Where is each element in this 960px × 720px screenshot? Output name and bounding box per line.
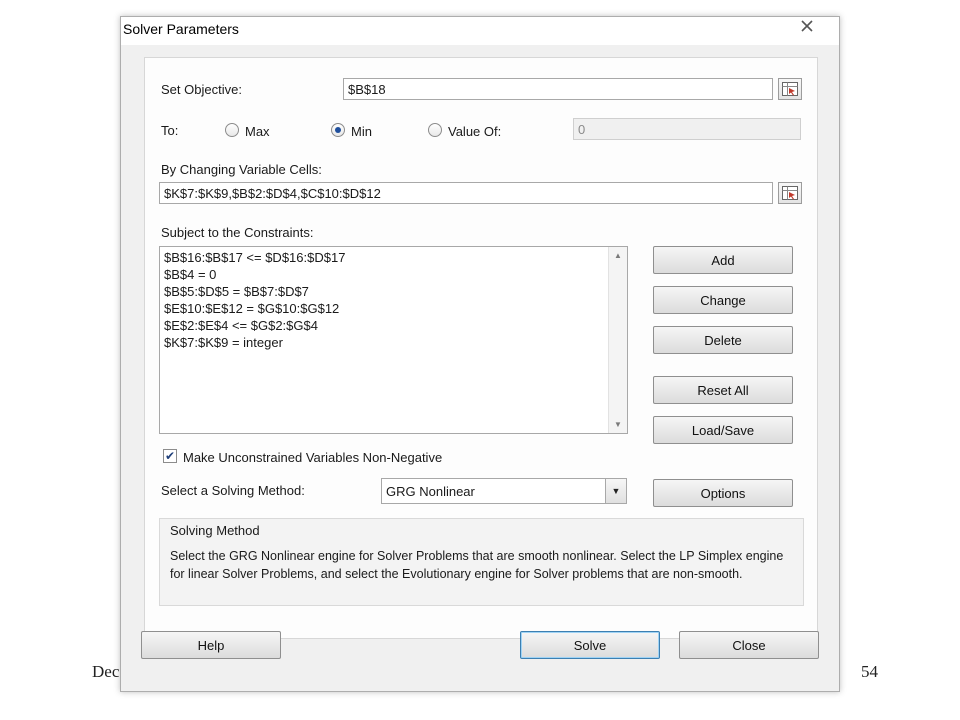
range-select-icon <box>782 82 798 96</box>
scroll-down-icon[interactable]: ▼ <box>614 420 622 429</box>
range-select-icon <box>782 186 798 200</box>
non-negative-checkbox[interactable]: ✔ <box>163 449 177 463</box>
load-save-button-label: Load/Save <box>691 422 755 438</box>
options-button[interactable]: Options <box>653 479 793 507</box>
load-save-button[interactable]: Load/Save <box>653 416 793 444</box>
help-button[interactable]: Help <box>141 631 281 659</box>
changing-cells-range-picker-button[interactable] <box>778 182 802 204</box>
constraint-item[interactable]: $E$2:$E$4 <= $G$2:$G$4 <box>160 317 627 334</box>
value-of-radio-label[interactable]: Value Of: <box>448 124 501 139</box>
help-button-label: Help <box>197 637 225 653</box>
solve-button-label: Solve <box>573 637 607 653</box>
changing-cells-input[interactable]: $K$7:$K$9,$B$2:$D$4,$C$10:$D$12 <box>159 182 773 204</box>
max-radio-label[interactable]: Max <box>245 124 270 139</box>
close-button-label: Close <box>732 637 766 653</box>
max-radio[interactable] <box>225 123 239 137</box>
changing-cells-label: By Changing Variable Cells: <box>161 162 322 177</box>
add-button[interactable]: Add <box>653 246 793 274</box>
to-label: To: <box>161 123 179 138</box>
constraints-scrollbar[interactable]: ▲ ▼ <box>608 247 627 433</box>
add-button-label: Add <box>711 252 735 268</box>
chevron-down-icon[interactable]: ▼ <box>605 479 626 503</box>
solving-method-title: Solving Method <box>170 523 260 538</box>
min-radio-label[interactable]: Min <box>351 124 372 139</box>
constraints-list[interactable]: $B$16:$B$17 <= $D$16:$D$17 $B$4 = 0 $B$5… <box>159 246 628 434</box>
solving-method-select[interactable]: GRG Nonlinear ▼ <box>381 478 627 504</box>
min-radio[interactable] <box>331 123 345 137</box>
title-bar: Solver Parameters <box>121 17 839 45</box>
set-objective-input[interactable]: $B$18 <box>343 78 773 100</box>
page-number: 54 <box>861 662 878 681</box>
constraint-item[interactable]: $B$5:$D$5 = $B$7:$D$7 <box>160 283 627 300</box>
objective-range-picker-button[interactable] <box>778 78 802 100</box>
options-button-label: Options <box>700 485 746 501</box>
parameters-panel: Set Objective: $B$18 To: Max Min Value O… <box>144 57 818 639</box>
delete-button[interactable]: Delete <box>653 326 793 354</box>
delete-button-label: Delete <box>704 332 742 348</box>
reset-all-button[interactable]: Reset All <box>653 376 793 404</box>
constraints-label: Subject to the Constraints: <box>161 225 314 240</box>
close-button[interactable]: Close <box>679 631 819 659</box>
value-of-radio[interactable] <box>428 123 442 137</box>
scroll-up-icon[interactable]: ▲ <box>614 251 622 260</box>
checkmark-icon: ✔ <box>164 449 176 463</box>
solve-button[interactable]: Solve <box>520 631 660 659</box>
constraint-item[interactable]: $B$4 = 0 <box>160 266 627 283</box>
solving-method-description: Select the GRG Nonlinear engine for Solv… <box>170 549 784 581</box>
reset-all-button-label: Reset All <box>697 382 749 398</box>
close-icon[interactable] <box>793 17 821 35</box>
change-button[interactable]: Change <box>653 286 793 314</box>
constraint-item[interactable]: $K$7:$K$9 = integer <box>160 334 627 351</box>
solving-method-value: GRG Nonlinear <box>386 484 475 499</box>
change-button-label: Change <box>700 292 746 308</box>
solving-method-label: Select a Solving Method: <box>161 483 305 498</box>
solving-method-groupbox: Solving Method Select the GRG Nonlinear … <box>159 518 804 606</box>
set-objective-label: Set Objective: <box>161 82 242 97</box>
constraint-item[interactable]: $E$10:$E$12 = $G$10:$G$12 <box>160 300 627 317</box>
footer-text: Dec <box>92 662 120 681</box>
solver-parameters-dialog: Solver Parameters Set Objective: $B$18 T… <box>120 16 840 692</box>
non-negative-label[interactable]: Make Unconstrained Variables Non-Negativ… <box>183 450 442 465</box>
constraint-item[interactable]: $B$16:$B$17 <= $D$16:$D$17 <box>160 249 627 266</box>
dialog-title: Solver Parameters <box>123 21 239 37</box>
value-of-input[interactable]: 0 <box>573 118 801 140</box>
